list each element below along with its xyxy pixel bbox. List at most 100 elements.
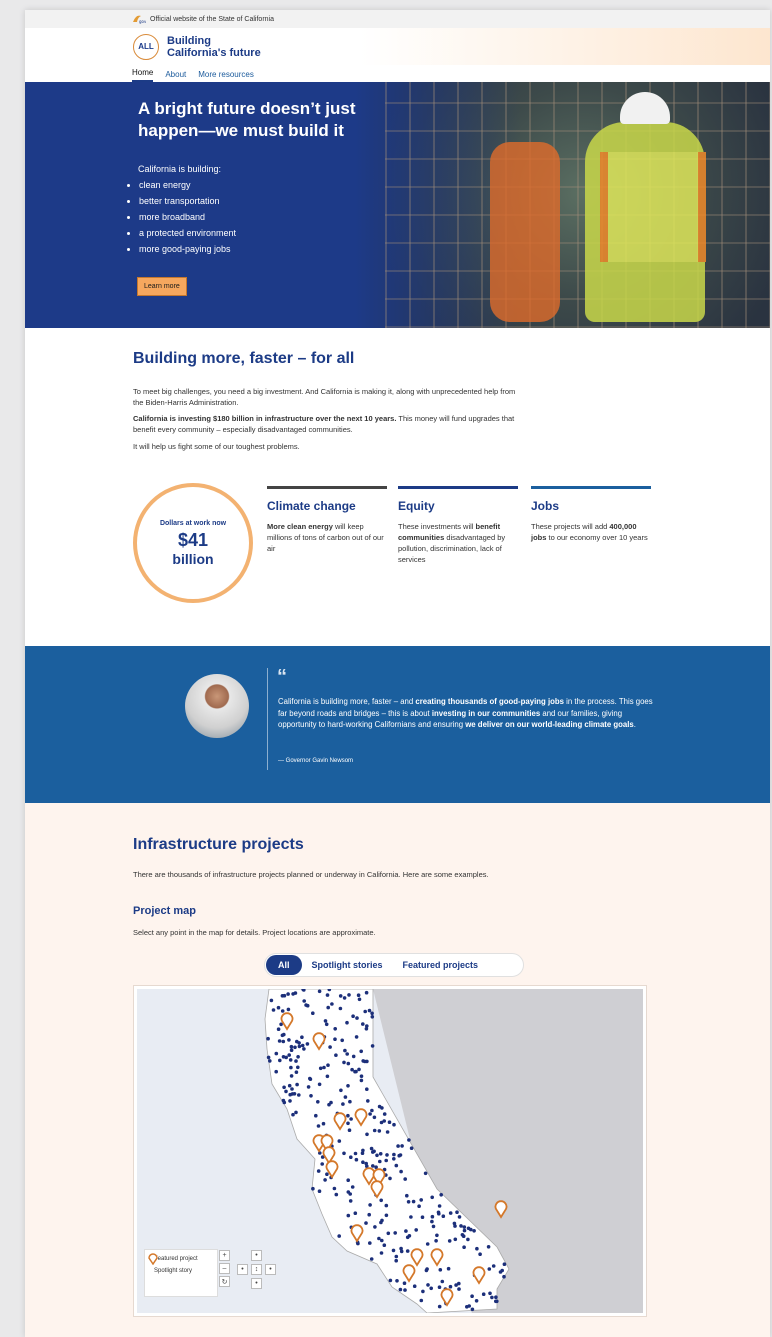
project-dot[interactable] — [295, 1039, 299, 1044]
project-dot[interactable] — [287, 1053, 291, 1057]
project-dot[interactable] — [398, 1287, 403, 1292]
project-dot[interactable] — [382, 1243, 387, 1247]
project-dot[interactable] — [340, 1038, 344, 1043]
project-dot[interactable] — [349, 1155, 353, 1159]
tab-all[interactable]: All — [266, 955, 302, 975]
project-dot[interactable] — [342, 996, 347, 1000]
project-dot[interactable] — [317, 1189, 322, 1193]
project-dot[interactable] — [300, 1043, 305, 1048]
project-dot[interactable] — [354, 1157, 359, 1162]
project-dot[interactable] — [355, 1016, 359, 1020]
project-dot[interactable] — [437, 1204, 442, 1208]
project-dot[interactable] — [370, 1044, 375, 1048]
project-dot[interactable] — [399, 1169, 403, 1174]
project-dot[interactable] — [284, 1089, 288, 1094]
project-dot[interactable] — [441, 1214, 446, 1218]
project-dot[interactable] — [289, 1044, 294, 1049]
project-dot[interactable] — [291, 1112, 295, 1117]
project-dot[interactable] — [288, 1092, 292, 1097]
project-dot[interactable] — [320, 1162, 324, 1166]
project-dot[interactable] — [385, 1130, 390, 1134]
project-dot[interactable] — [329, 1100, 333, 1105]
project-dot[interactable] — [292, 1092, 297, 1096]
project-dot[interactable] — [341, 1102, 345, 1106]
project-dot[interactable] — [386, 1231, 391, 1236]
project-dot[interactable] — [470, 1294, 474, 1298]
project-dot[interactable] — [452, 1221, 457, 1226]
project-dot[interactable] — [347, 993, 351, 997]
project-dot[interactable] — [462, 1225, 467, 1229]
project-dot[interactable] — [378, 1152, 383, 1156]
project-dot[interactable] — [364, 1027, 369, 1031]
project-dot[interactable] — [356, 993, 361, 997]
project-dot[interactable] — [269, 998, 274, 1003]
project-dot[interactable] — [365, 1132, 369, 1137]
project-dot[interactable] — [448, 1211, 453, 1215]
project-dot[interactable] — [349, 1117, 353, 1121]
project-dot[interactable] — [354, 1069, 358, 1074]
project-dot[interactable] — [365, 1087, 369, 1091]
project-dot[interactable] — [474, 1299, 479, 1303]
project-dot[interactable] — [289, 1065, 293, 1070]
project-dot[interactable] — [377, 1129, 382, 1133]
project-dot[interactable] — [405, 1249, 410, 1253]
project-dot[interactable] — [466, 1237, 470, 1242]
zoom-in-button[interactable]: + — [219, 1250, 230, 1261]
project-dot[interactable] — [363, 1059, 367, 1064]
project-dot[interactable] — [296, 1055, 300, 1059]
project-dot[interactable] — [430, 1195, 435, 1200]
project-dot[interactable] — [316, 1169, 321, 1173]
project-dot[interactable] — [363, 1009, 367, 1014]
project-dot[interactable] — [434, 1239, 438, 1243]
project-dot[interactable] — [457, 1215, 462, 1219]
project-dot[interactable] — [351, 1014, 355, 1018]
project-dot[interactable] — [368, 1241, 372, 1245]
project-dot[interactable] — [345, 1020, 349, 1025]
project-dot[interactable] — [332, 1186, 337, 1191]
project-dot[interactable] — [302, 1047, 306, 1051]
project-dot[interactable] — [338, 1006, 343, 1011]
project-dot[interactable] — [370, 1108, 374, 1113]
project-dot[interactable] — [342, 1151, 346, 1156]
project-dot[interactable] — [334, 1053, 338, 1057]
project-dot[interactable] — [294, 1070, 299, 1074]
project-dot[interactable] — [348, 1199, 353, 1203]
project-dot[interactable] — [384, 1213, 389, 1218]
project-dot[interactable] — [502, 1262, 507, 1266]
project-dot[interactable] — [382, 1119, 386, 1123]
project-dot[interactable] — [274, 1051, 279, 1056]
site-title[interactable]: Building California's future — [167, 35, 261, 59]
project-dot[interactable] — [462, 1245, 466, 1249]
project-dot[interactable] — [266, 1036, 270, 1041]
project-dot[interactable] — [430, 1219, 434, 1224]
project-dot[interactable] — [370, 1011, 374, 1016]
nav-more-resources[interactable]: More resources — [198, 70, 254, 82]
project-dot[interactable] — [438, 1268, 443, 1272]
project-dot[interactable] — [470, 1307, 475, 1312]
project-dot[interactable] — [392, 1152, 396, 1157]
project-dot[interactable] — [437, 1285, 442, 1289]
project-dot[interactable] — [459, 1224, 463, 1228]
project-dot[interactable] — [465, 1305, 469, 1309]
project-dot[interactable] — [346, 1178, 350, 1182]
tab-featured-projects[interactable]: Featured projects — [393, 960, 489, 970]
project-dot[interactable] — [300, 1035, 304, 1039]
project-dot[interactable] — [367, 1008, 372, 1013]
project-dot[interactable] — [375, 1153, 379, 1158]
project-dot[interactable] — [402, 1281, 407, 1285]
project-dot[interactable] — [282, 993, 287, 998]
project-dot[interactable] — [311, 1011, 315, 1015]
pan-left-button[interactable]: • — [237, 1264, 248, 1275]
project-dot[interactable] — [391, 1248, 396, 1253]
project-dot[interactable] — [288, 1099, 292, 1103]
project-dot[interactable] — [330, 1002, 334, 1006]
project-dot[interactable] — [395, 1279, 399, 1283]
project-dot[interactable] — [364, 1161, 368, 1166]
nav-about[interactable]: About — [165, 70, 186, 82]
project-dot[interactable] — [431, 1224, 436, 1229]
project-dot[interactable] — [486, 1245, 491, 1249]
project-dot[interactable] — [326, 1005, 330, 1010]
project-dot[interactable] — [429, 1286, 434, 1291]
project-dot[interactable] — [414, 1228, 419, 1232]
project-dot[interactable] — [392, 1157, 396, 1161]
